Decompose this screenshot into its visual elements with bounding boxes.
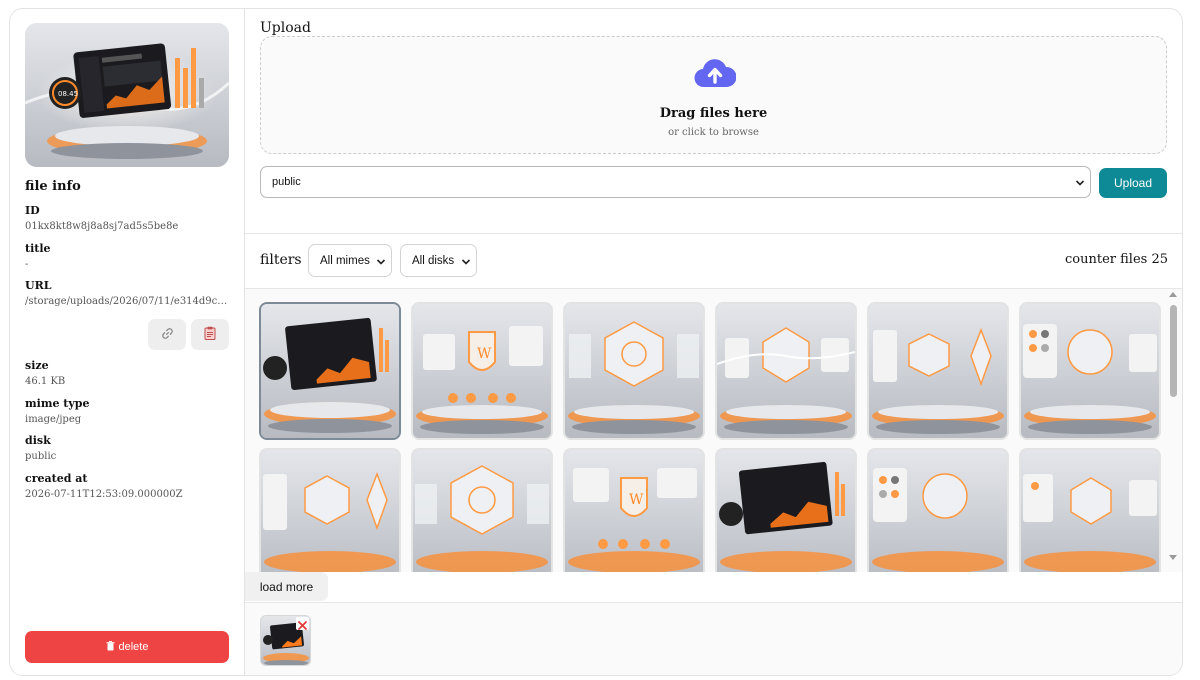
file-info-title: file info xyxy=(25,179,81,194)
media-thumbnail[interactable] xyxy=(259,448,401,572)
media-thumbnail[interactable] xyxy=(715,302,857,440)
file-counter: counter files 25 xyxy=(1065,252,1168,267)
title-label: title xyxy=(25,242,51,255)
media-thumbnail[interactable] xyxy=(563,302,705,440)
mime-label: mime type xyxy=(25,397,90,410)
file-dropzone[interactable]: Drag files here or click to browse xyxy=(260,36,1167,154)
close-icon xyxy=(296,617,309,636)
remove-selected-button[interactable] xyxy=(296,617,309,630)
cloud-upload-icon xyxy=(694,53,737,97)
file-preview-image: 08.45 xyxy=(25,23,229,167)
media-thumbnail[interactable]: W xyxy=(563,448,705,572)
media-thumbnail[interactable] xyxy=(1019,448,1161,572)
chevron-down-icon xyxy=(1075,178,1085,190)
upload-disk-value: public xyxy=(272,176,301,188)
disk-filter-select[interactable]: All disks xyxy=(400,244,477,277)
url-value: /storage/uploads/2026/07/11/e314d9c1-105… xyxy=(25,296,230,307)
svg-text:W: W xyxy=(629,492,644,508)
svg-text:08.45: 08.45 xyxy=(58,90,78,98)
trash-icon xyxy=(106,640,115,654)
disk-label: disk xyxy=(25,434,51,447)
upload-heading: Upload xyxy=(260,20,311,36)
id-label: ID xyxy=(25,204,40,217)
mime-filter-value: All mimes xyxy=(320,254,370,267)
file-info-sidebar: 08.45 file info ID 01kx8kt8w8j8a8sj7ad5s… xyxy=(10,9,245,675)
copy-link-button[interactable] xyxy=(148,319,186,350)
created-value: 2026-07-11T12:53:09.000000Z xyxy=(25,489,183,500)
media-thumbnail[interactable] xyxy=(867,448,1009,572)
link-icon xyxy=(161,325,174,344)
copy-clipboard-button[interactable] xyxy=(191,319,229,350)
title-value: - xyxy=(25,259,29,270)
media-grid: W W xyxy=(245,289,1182,572)
upload-button[interactable]: Upload xyxy=(1099,168,1167,198)
size-value: 46.1 KB xyxy=(25,376,66,387)
dropzone-title: Drag files here xyxy=(659,106,768,121)
media-thumbnail[interactable] xyxy=(1019,302,1161,440)
app-frame: 08.45 file info ID 01kx8kt8w8j8a8sj7ad5s… xyxy=(9,8,1183,676)
scroll-up-arrow-icon[interactable] xyxy=(1169,292,1177,297)
disk-value: public xyxy=(25,451,57,462)
chevron-down-icon xyxy=(461,257,471,269)
created-label: created at xyxy=(25,472,88,485)
media-thumbnail[interactable] xyxy=(259,302,401,440)
delete-label: delete xyxy=(118,641,149,653)
delete-button[interactable]: delete xyxy=(25,631,229,663)
divider xyxy=(245,233,1182,234)
url-label: URL xyxy=(25,279,52,292)
dropzone-subtitle: or click to browse xyxy=(668,127,759,138)
media-thumbnail[interactable] xyxy=(715,448,857,572)
svg-text:W: W xyxy=(477,346,492,362)
load-more-button[interactable]: load more xyxy=(245,572,328,601)
scroll-down-arrow-icon[interactable] xyxy=(1169,555,1177,560)
id-value: 01kx8kt8w8j8a8sj7ad5s5be8e xyxy=(25,221,179,232)
mime-value: image/jpeg xyxy=(25,414,82,425)
selected-files-tray xyxy=(245,603,1182,675)
media-thumbnail[interactable] xyxy=(867,302,1009,440)
media-main-panel: Upload Drag files here or click to brows… xyxy=(245,9,1182,675)
upload-disk-select[interactable]: public xyxy=(260,166,1091,198)
size-label: size xyxy=(25,359,49,372)
media-thumbnail[interactable]: W xyxy=(411,302,553,440)
chevron-down-icon xyxy=(376,257,386,269)
mime-filter-select[interactable]: All mimes xyxy=(308,244,392,277)
media-thumbnail[interactable] xyxy=(411,448,553,572)
clipboard-icon xyxy=(204,325,216,344)
filters-label: filters xyxy=(260,252,302,268)
disk-filter-value: All disks xyxy=(412,254,455,267)
scrollbar-thumb[interactable] xyxy=(1170,305,1177,397)
